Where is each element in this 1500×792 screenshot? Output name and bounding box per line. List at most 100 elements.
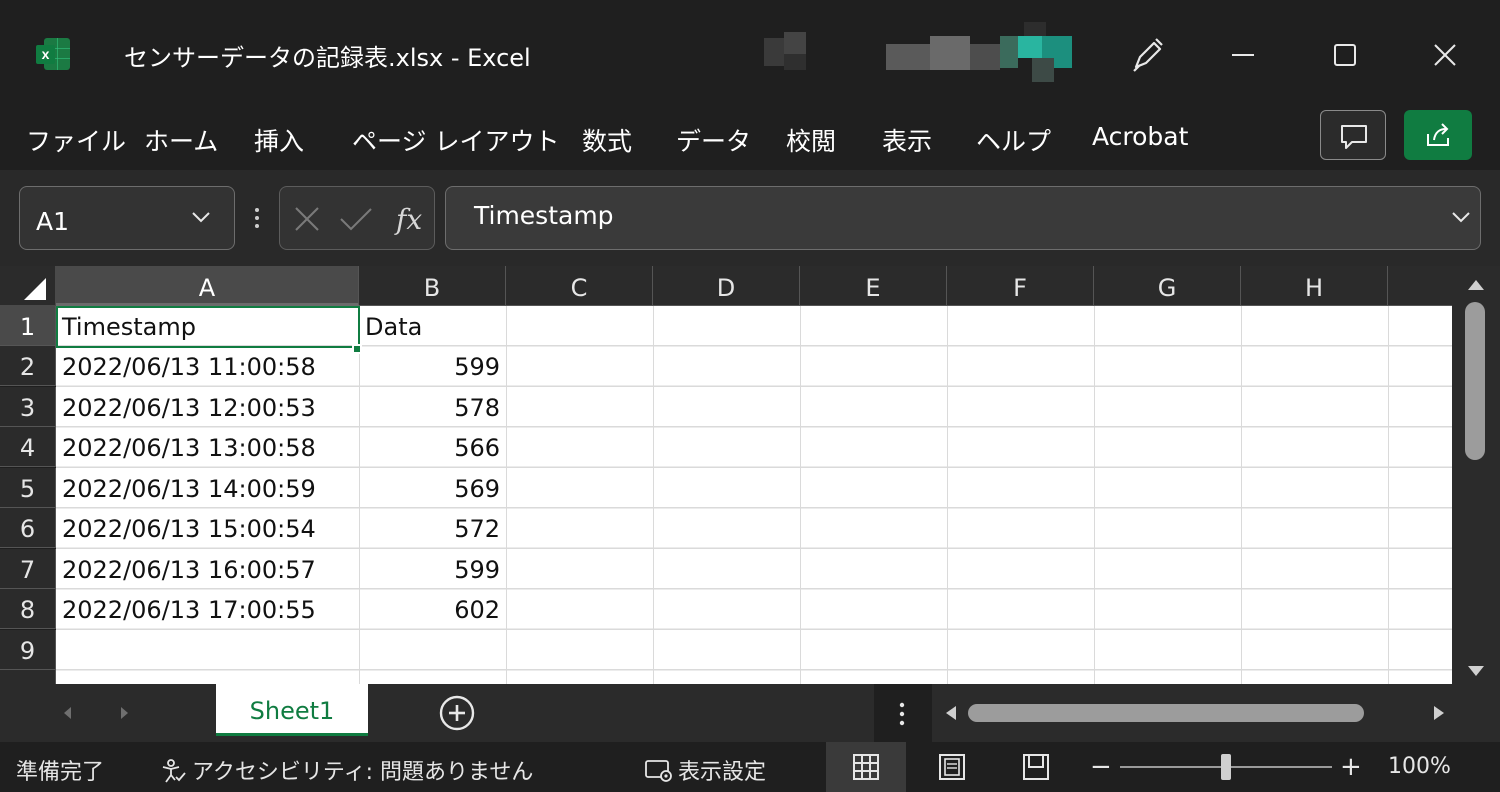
- insert-function-icon[interactable]: fx: [394, 199, 430, 239]
- chevron-down-icon[interactable]: [1450, 209, 1472, 225]
- cell-b3[interactable]: 578: [359, 387, 506, 427]
- cell-b5[interactable]: 569: [359, 468, 506, 508]
- cell-a2[interactable]: 2022/06/13 11:00:58: [56, 346, 359, 386]
- column-header-c[interactable]: C: [506, 266, 653, 306]
- share-icon: [1427, 123, 1449, 146]
- column-header-d[interactable]: D: [653, 266, 800, 306]
- tab-page-layout[interactable]: ページ レイアウト: [352, 122, 559, 158]
- tab-review[interactable]: 校閲: [786, 122, 836, 158]
- gridline: [800, 306, 801, 684]
- sheet-tab-sheet1[interactable]: Sheet1: [216, 684, 368, 736]
- select-all-button[interactable]: [0, 266, 56, 306]
- row-header-3[interactable]: 3: [0, 387, 56, 427]
- pen-icon[interactable]: [1126, 35, 1166, 75]
- chevron-left-icon[interactable]: [60, 704, 74, 722]
- window-title: センサーデータの記録表.xlsx - Excel: [124, 44, 531, 72]
- comments-button[interactable]: [1320, 110, 1386, 160]
- comment-icon: [1341, 125, 1367, 149]
- tab-help[interactable]: ヘルプ: [976, 122, 1051, 158]
- row-header-4[interactable]: 4: [0, 427, 56, 467]
- tab-formulas[interactable]: 数式: [582, 122, 632, 158]
- scroll-down-icon[interactable]: [1466, 664, 1486, 678]
- row-header-1[interactable]: 1: [0, 306, 56, 346]
- chevron-down-icon[interactable]: [190, 209, 212, 225]
- close-button[interactable]: [1420, 30, 1470, 80]
- page-break-icon: [1023, 754, 1049, 780]
- cell-b2[interactable]: 599: [359, 346, 506, 386]
- cell-b6[interactable]: 572: [359, 508, 506, 548]
- more-options-icon[interactable]: [254, 206, 260, 230]
- maximize-button[interactable]: [1320, 30, 1370, 80]
- formula-value: Timestamp: [474, 201, 614, 230]
- scroll-up-icon[interactable]: [1466, 278, 1486, 292]
- display-settings[interactable]: 表示設定: [644, 754, 766, 786]
- tab-home[interactable]: ホーム: [144, 122, 218, 158]
- page-layout-view-button[interactable]: [912, 742, 992, 792]
- account-area-pixelated[interactable]: [760, 22, 1080, 82]
- cell-b4[interactable]: 566: [359, 427, 506, 467]
- cell-b8[interactable]: 602: [359, 589, 506, 629]
- row-header-7[interactable]: 7: [0, 549, 56, 589]
- cell-a4[interactable]: 2022/06/13 13:00:58: [56, 427, 359, 467]
- cell-b1[interactable]: Data: [359, 306, 506, 346]
- vertical-scrollbar[interactable]: [1452, 266, 1500, 684]
- cell-a8[interactable]: 2022/06/13 17:00:55: [56, 589, 359, 629]
- fill-handle[interactable]: [352, 344, 362, 354]
- row-header-5[interactable]: 5: [0, 468, 56, 508]
- column-header-h[interactable]: H: [1241, 266, 1388, 306]
- row-header-2[interactable]: 2: [0, 346, 56, 386]
- normal-view-button[interactable]: [826, 742, 906, 792]
- formula-input[interactable]: Timestamp: [445, 186, 1481, 250]
- svg-text:fx: fx: [394, 203, 422, 236]
- sheet-tab-bar: Sheet1: [0, 684, 1500, 742]
- zoom-out-button[interactable]: −: [1090, 752, 1112, 782]
- tab-data[interactable]: データ: [676, 122, 751, 158]
- gridline: [506, 306, 507, 684]
- minimize-button[interactable]: [1218, 30, 1268, 80]
- tab-acrobat[interactable]: Acrobat: [1092, 122, 1188, 151]
- normal-view-icon: [853, 754, 879, 780]
- scroll-right-icon[interactable]: [1432, 704, 1446, 722]
- name-box-value: A1: [36, 207, 70, 236]
- row-header-6[interactable]: 6: [0, 508, 56, 548]
- tab-view[interactable]: 表示: [882, 122, 932, 158]
- column-header-g[interactable]: G: [1094, 266, 1241, 306]
- gridline: [1388, 306, 1389, 684]
- cell-b7[interactable]: 599: [359, 549, 506, 589]
- add-sheet-icon[interactable]: [438, 694, 476, 732]
- tab-file[interactable]: ファイル: [26, 122, 126, 158]
- cell-a7[interactable]: 2022/06/13 16:00:57: [56, 549, 359, 589]
- more-options-icon[interactable]: [899, 701, 905, 727]
- column-header-f[interactable]: F: [947, 266, 1094, 306]
- active-cell-border: [56, 306, 360, 348]
- tab-insert[interactable]: 挿入: [254, 122, 304, 158]
- status-bar: 準備完了 アクセシビリティ: 問題ありません 表示設定 − + 100%: [0, 742, 1500, 792]
- page-break-view-button[interactable]: [996, 742, 1076, 792]
- row-header-9[interactable]: 9: [0, 630, 56, 670]
- worksheet-grid: A B C D E F G H 1 2 3 4 5 6 7 8 9 Timest…: [0, 266, 1500, 684]
- accessibility-status[interactable]: アクセシビリティ: 問題ありません: [160, 754, 533, 786]
- name-box[interactable]: A1: [19, 186, 235, 250]
- scroll-left-icon[interactable]: [944, 704, 958, 722]
- zoom-in-button[interactable]: +: [1340, 752, 1362, 782]
- cell-a5[interactable]: 2022/06/13 14:00:59: [56, 468, 359, 508]
- vertical-scroll-thumb[interactable]: [1465, 302, 1485, 460]
- check-icon[interactable]: [338, 205, 374, 233]
- gridline: [1241, 306, 1242, 684]
- column-header-b[interactable]: B: [359, 266, 506, 306]
- share-button[interactable]: [1404, 110, 1472, 160]
- formula-tools: fx: [279, 186, 435, 250]
- cell-a3[interactable]: 2022/06/13 12:00:53: [56, 387, 359, 427]
- zoom-slider-thumb[interactable]: [1221, 754, 1231, 780]
- column-header-e[interactable]: E: [800, 266, 947, 306]
- column-header-a[interactable]: A: [56, 266, 359, 306]
- horizontal-scrollbar[interactable]: [932, 684, 1500, 742]
- chevron-right-icon[interactable]: [118, 704, 132, 722]
- zoom-level[interactable]: 100%: [1388, 754, 1451, 779]
- cell-a6[interactable]: 2022/06/13 15:00:54: [56, 508, 359, 548]
- row-header-partial[interactable]: [0, 670, 56, 684]
- column-header-partial[interactable]: [1388, 266, 1452, 306]
- horizontal-scroll-thumb[interactable]: [968, 704, 1364, 722]
- cancel-icon[interactable]: [292, 205, 322, 233]
- row-header-8[interactable]: 8: [0, 589, 56, 629]
